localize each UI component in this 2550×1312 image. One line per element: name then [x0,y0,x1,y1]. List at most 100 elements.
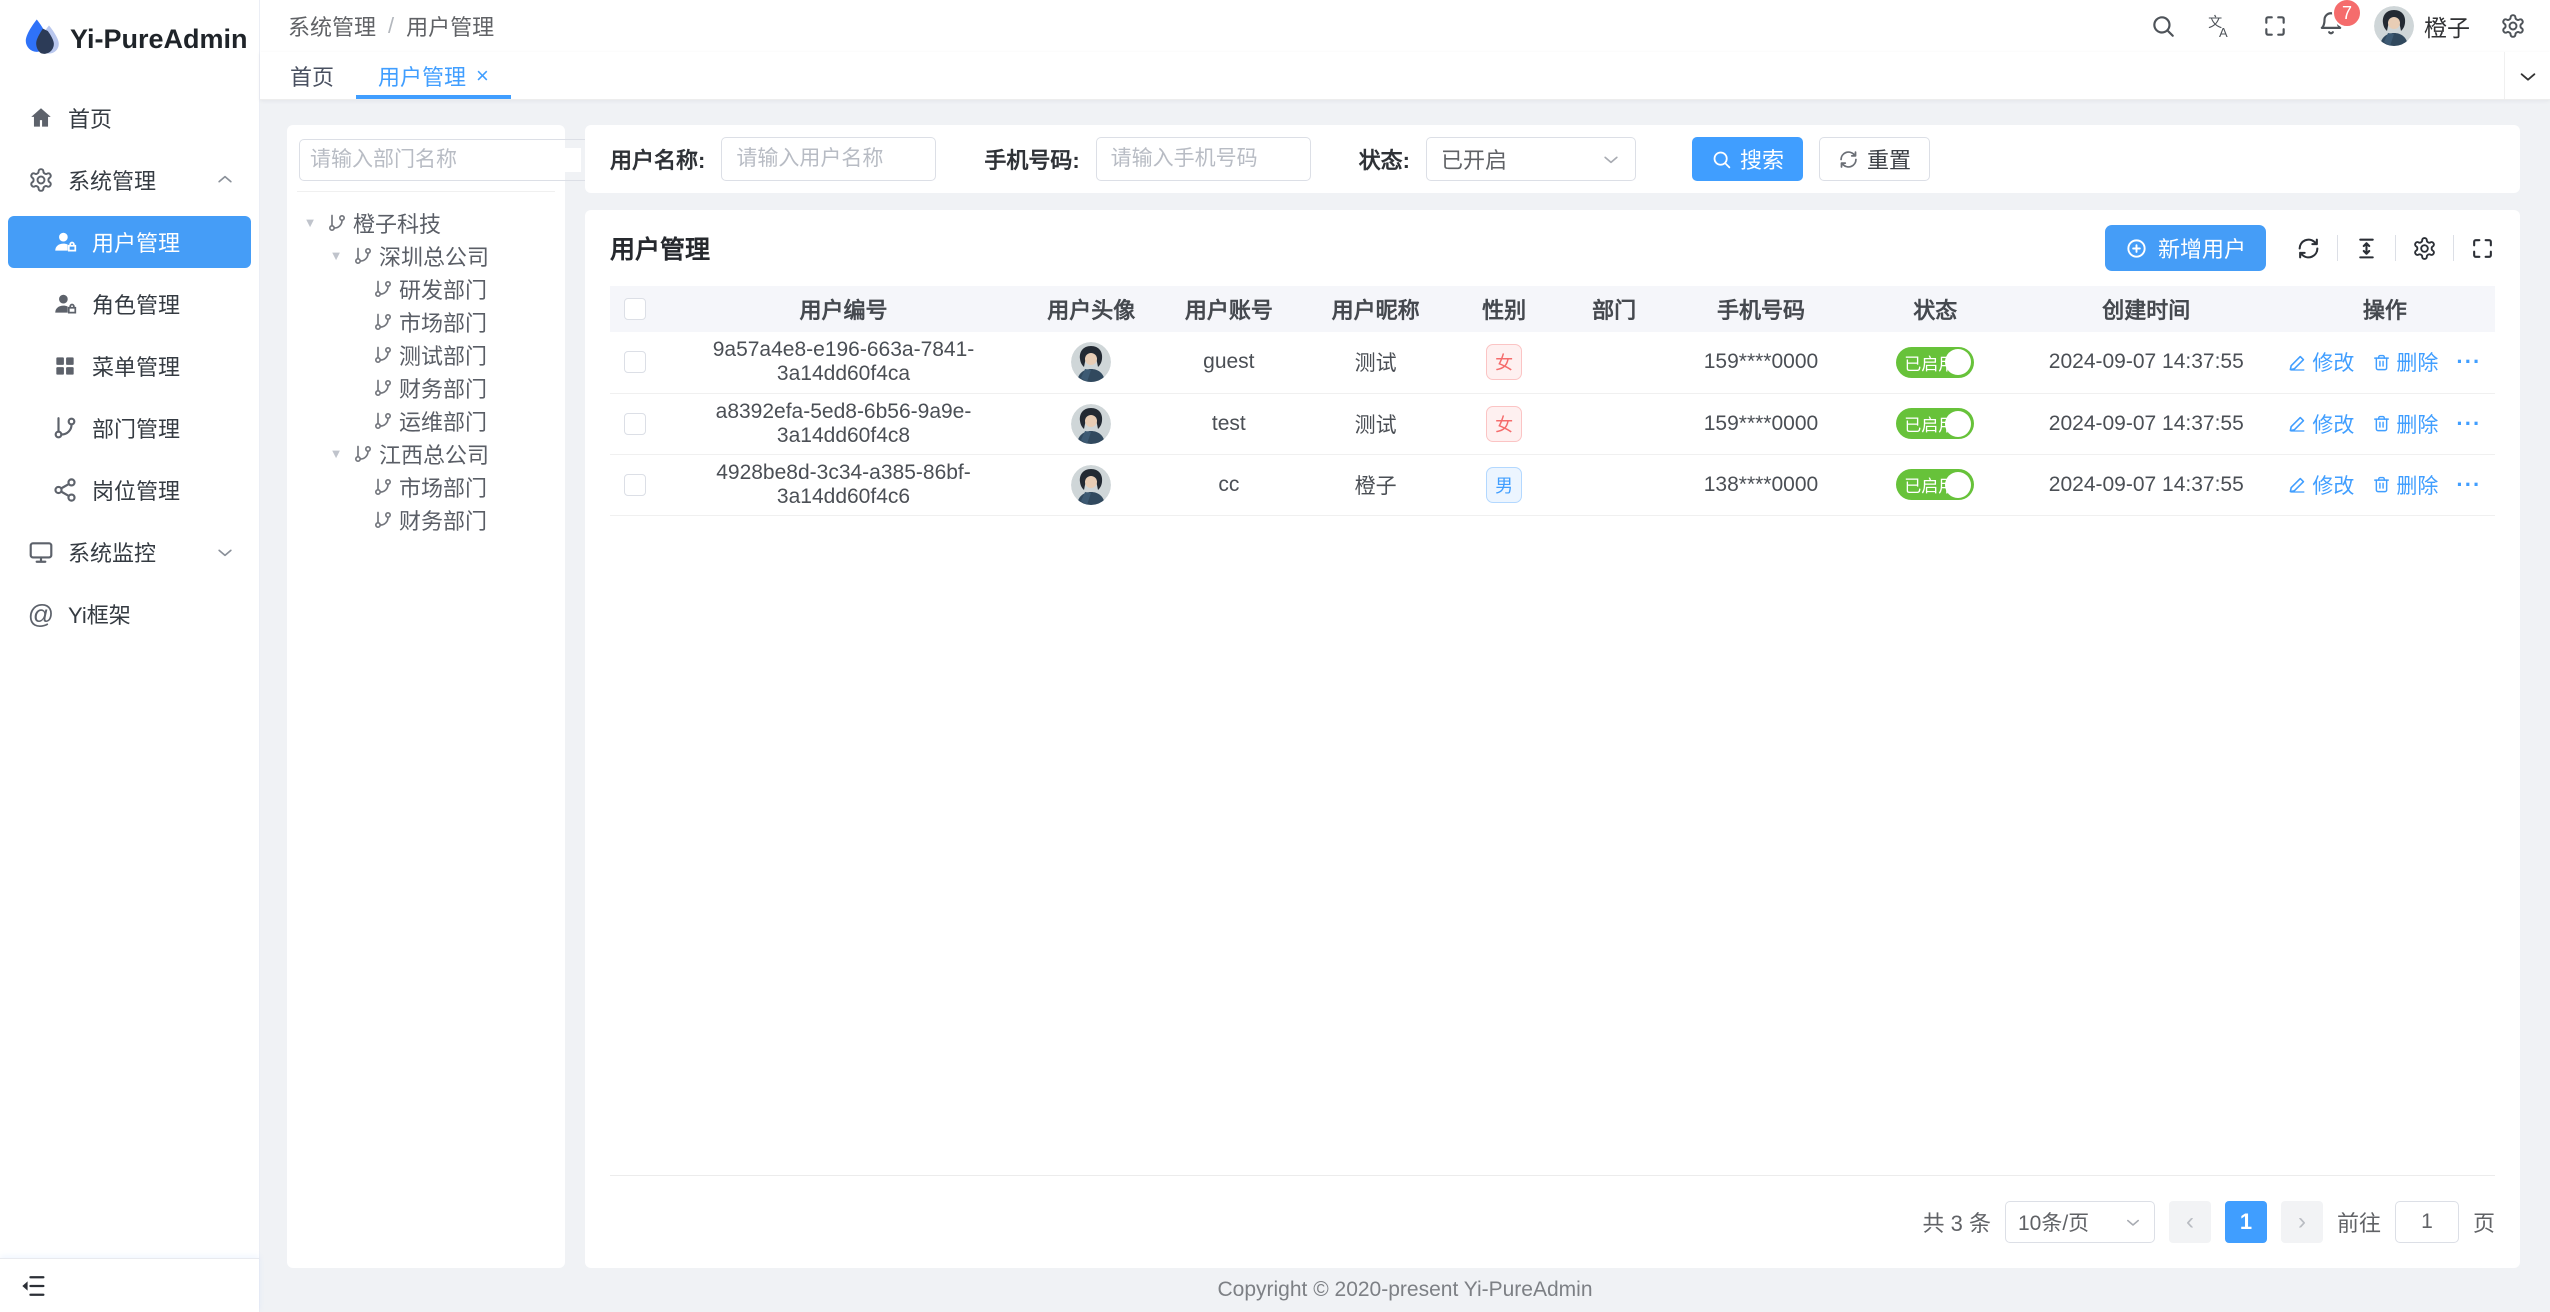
fullscreen-icon[interactable] [2262,13,2288,39]
goto-page-input[interactable] [2395,1201,2459,1243]
table-toolbar: 新增用户 [2105,225,2495,271]
tree-node-label: 橙子科技 [353,207,441,239]
user-menu[interactable]: 橙子 [2374,6,2470,46]
reset-button[interactable]: 重置 [1819,137,1930,181]
tree-node[interactable]: ▼ 深圳总公司 [297,239,555,272]
tree-node[interactable]: 市场部门 [297,305,555,338]
prev-page-button[interactable]: ‹ [2169,1201,2211,1243]
phone-filter-input[interactable] [1096,137,1311,181]
sidebar-item-dept-management[interactable]: 部门管理 [8,402,251,454]
edit-pen-icon [2288,353,2307,372]
delete-button[interactable]: 删除 [2372,347,2438,377]
branch-icon [353,246,373,266]
sidebar-item-system-monitor[interactable]: 系统监控 [8,526,251,578]
edit-label: 修改 [2312,470,2354,500]
status-toggle[interactable]: 已启用 [1896,469,1974,500]
table-fullscreen-icon[interactable] [2470,236,2495,261]
delete-button[interactable]: 删除 [2372,470,2438,500]
page-number-current[interactable]: 1 [2225,1201,2267,1243]
delete-label: 删除 [2396,409,2438,439]
tab-home[interactable]: 首页 [268,52,356,99]
status-toggle[interactable]: 已启用 [1896,408,1974,439]
edit-button[interactable]: 修改 [2288,347,2354,377]
row-checkbox[interactable] [624,351,646,373]
notification-badge: 7 [2332,0,2362,28]
branch-icon [373,345,393,365]
sidebar-item-yi-framework[interactable]: @ Yi框架 [8,588,251,640]
search-icon[interactable] [2150,13,2176,39]
sidebar-item-post-management[interactable]: 岗位管理 [8,464,251,516]
cell-user-id: a8392efa-5ed8-6b56-9a9e-3a14dd60f4c8 [660,393,1027,454]
sidebar-item-user-management[interactable]: 用户管理 [8,216,251,268]
refresh-icon [1838,149,1859,170]
tree-node-label: 财务部门 [399,372,487,404]
tree-node[interactable]: 研发部门 [297,272,555,305]
sidebar-item-system-management[interactable]: 系统管理 [8,154,251,206]
tree-node[interactable]: 运维部门 [297,404,555,437]
settings-gear-icon[interactable] [2500,13,2526,39]
tab-actions-dropdown[interactable] [2504,52,2550,99]
tree-node-label: 深圳总公司 [379,240,489,272]
tree-node[interactable]: ▼ 橙子科技 [297,206,555,239]
trash-icon [2372,353,2391,372]
sidebar-item-role-management[interactable]: 角色管理 [8,278,251,330]
refresh-icon[interactable] [2296,236,2321,261]
tree-expand-arrow[interactable]: ▼ [325,248,347,263]
copyright-text: Copyright © 2020-present Yi-PureAdmin [1218,1278,1593,1302]
gender-tag: 女 [1486,406,1522,442]
table-row: 9a57a4e8-e196-663a-7841-3a14dd60f4ca gue… [610,332,2495,393]
grid-icon [52,353,78,379]
tree-node[interactable]: 财务部门 [297,503,555,536]
status-filter-select[interactable]: 已开启 [1426,137,1636,181]
delete-button[interactable]: 删除 [2372,409,2438,439]
tree-node[interactable]: ▼ 江西总公司 [297,437,555,470]
col-status: 状态 [1853,286,2018,332]
tabbar: 首页 用户管理 × [260,52,2550,100]
row-checkbox[interactable] [624,474,646,496]
translate-icon[interactable] [2206,13,2232,39]
table-card-header: 用户管理 新增用户 [610,210,2495,286]
collapse-sidebar-icon[interactable] [20,1272,48,1300]
tree-node[interactable]: 测试部门 [297,338,555,371]
edit-button[interactable]: 修改 [2288,470,2354,500]
more-actions-button[interactable]: ··· [2456,472,2481,498]
tree-node[interactable]: 财务部门 [297,371,555,404]
notifications[interactable]: 7 [2318,10,2344,42]
status-filter-value: 已开启 [1441,143,1507,175]
sidebar-item-menu-management[interactable]: 菜单管理 [8,340,251,392]
status-filter-label: 状态: [1359,143,1410,175]
page-size-select[interactable]: 10条/页 [2005,1201,2155,1243]
monitor-icon [28,539,54,565]
close-icon[interactable]: × [476,65,489,87]
col-created: 创建时间 [2018,286,2275,332]
next-page-button[interactable]: › [2281,1201,2323,1243]
trash-icon [2372,475,2391,494]
breadcrumb-parent[interactable]: 系统管理 [288,10,376,42]
tree-node[interactable]: 市场部门 [297,470,555,503]
tree-search-box [299,139,620,181]
search-button[interactable]: 搜索 [1692,137,1803,181]
add-user-button[interactable]: 新增用户 [2105,225,2266,271]
tree-search-input[interactable] [310,148,581,172]
select-all-checkbox[interactable] [624,298,646,320]
divider [2395,235,2396,261]
more-actions-button[interactable]: ··· [2456,349,2481,375]
tree-node-label: 财务部门 [399,504,487,536]
pagination-total: 共 3 条 [1923,1206,1991,1238]
tree-expand-arrow[interactable]: ▼ [325,446,347,461]
branch-icon [52,415,78,441]
edit-button[interactable]: 修改 [2288,409,2354,439]
cell-created: 2024-09-07 14:37:55 [2018,454,2275,515]
tree-node-label: 运维部门 [399,405,487,437]
more-actions-button[interactable]: ··· [2456,411,2481,437]
sidebar-item-home[interactable]: 首页 [8,92,251,144]
tree-expand-arrow[interactable]: ▼ [299,215,321,230]
home-icon [28,105,54,131]
tab-user-management[interactable]: 用户管理 × [356,52,511,99]
status-toggle[interactable]: 已启用 [1896,347,1974,378]
logo-row[interactable]: Yi-PureAdmin [0,0,259,78]
username-filter-input[interactable] [721,137,936,181]
column-settings-gear-icon[interactable] [2412,236,2437,261]
row-density-icon[interactable] [2354,236,2379,261]
row-checkbox[interactable] [624,413,646,435]
